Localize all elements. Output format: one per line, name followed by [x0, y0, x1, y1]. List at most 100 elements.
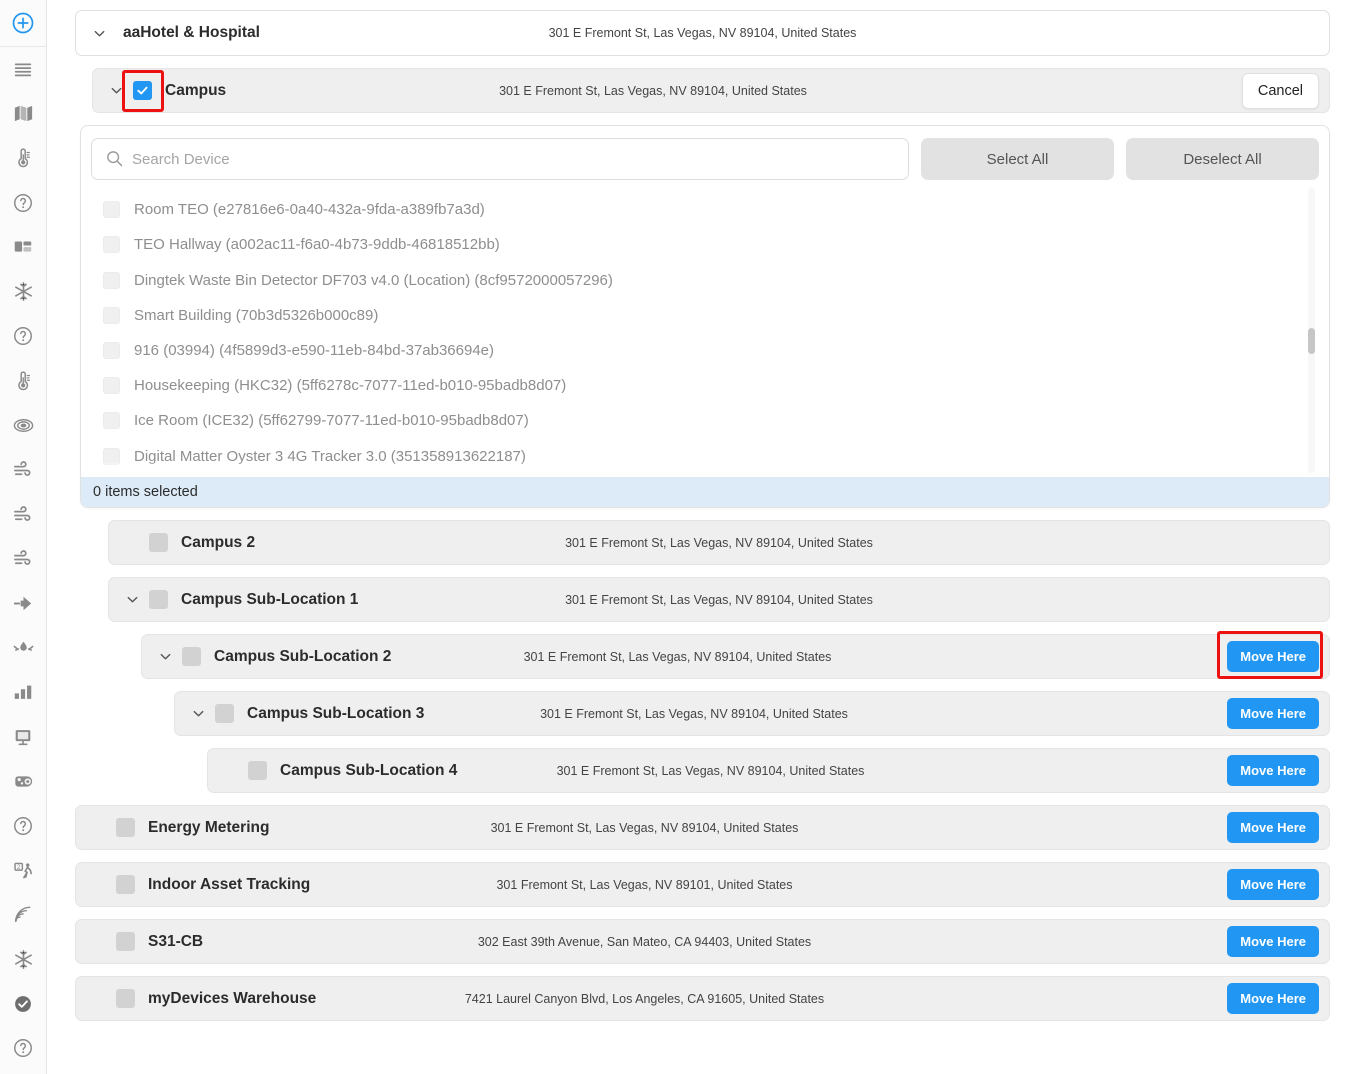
device-checkbox[interactable] [103, 448, 120, 465]
sidebar-item-tracking[interactable] [0, 403, 47, 448]
location-row[interactable]: Indoor Asset Tracking301 Fremont St, Las… [75, 862, 1330, 907]
location-row[interactable]: myDevices Warehouse7421 Laurel Canyon Bl… [75, 976, 1330, 1021]
device-list-item[interactable]: Room TEO (e27816e6-0a40-432a-9fda-a389fb… [91, 192, 1319, 227]
sub-locations-list: Campus 2301 E Fremont St, Las Vegas, NV … [75, 520, 1330, 793]
device-checkbox[interactable] [103, 236, 120, 253]
sidebar-item-temperature[interactable] [0, 136, 47, 181]
location-checkbox[interactable] [116, 818, 135, 837]
move-here-button[interactable]: Move Here [1227, 926, 1319, 957]
sidebar-item-ventilation[interactable] [0, 537, 47, 582]
add-button[interactable] [0, 0, 46, 47]
chevron-placeholder [220, 760, 242, 782]
device-checkbox[interactable] [103, 412, 120, 429]
sidebar-item-display[interactable] [0, 715, 47, 760]
cancel-button[interactable]: Cancel [1242, 73, 1319, 109]
device-checkbox[interactable] [103, 272, 120, 289]
device-name-label: Room TEO (e27816e6-0a40-432a-9fda-a389fb… [134, 201, 485, 218]
move-here-button[interactable]: Move Here [1227, 641, 1319, 672]
snowflake-icon [12, 280, 35, 303]
app-root: 2 aaHotel & Hospital 301 E Fremont St, L… [0, 0, 1362, 1074]
sub-location-checkbox[interactable] [182, 647, 201, 666]
chevron-down-icon[interactable] [121, 589, 143, 611]
sidebar-item-signal[interactable] [0, 893, 47, 938]
sidebar-item-help[interactable] [0, 181, 47, 226]
device-list-item[interactable]: Ice Room (ICE32) (5ff62799-7077-11ed-b01… [91, 403, 1319, 438]
select-all-button[interactable]: Select All [921, 138, 1114, 180]
device-checkbox[interactable] [103, 201, 120, 218]
root-location-row[interactable]: aaHotel & Hospital 301 E Fremont St, Las… [75, 10, 1330, 56]
sub-location-row[interactable]: Campus Sub-Location 1301 E Fremont St, L… [108, 577, 1330, 622]
device-list-item[interactable]: Ice Sensor (0e1d-2030-0200-0003) [91, 184, 1319, 192]
device-list-item[interactable]: TEO Hallway (a002ac11-f6a0-4b73-9ddb-468… [91, 227, 1319, 262]
sidebar-item-cold-chain[interactable] [0, 270, 47, 315]
sidebar-item-occupancy[interactable]: 2 [0, 848, 47, 893]
sidebar-item-help[interactable] [0, 804, 47, 849]
location-row[interactable]: S31-CB302 East 39th Avenue, San Mateo, C… [75, 919, 1330, 964]
sidebar-item-menu[interactable] [0, 47, 47, 92]
device-list-item[interactable]: Dingtek Waste Bin Detector DF703 v4.0 (L… [91, 263, 1319, 298]
device-checkbox[interactable] [103, 342, 120, 359]
device-list-item[interactable]: Digital Matter Oyster 3 4G Tracker 3.0 (… [91, 439, 1319, 474]
move-here-button[interactable]: Move Here [1227, 698, 1319, 729]
sidebar-item-help[interactable] [0, 314, 47, 359]
root-location-label: aaHotel & Hospital [123, 24, 260, 42]
sidebar-item-help[interactable] [0, 1026, 47, 1071]
search-input[interactable] [91, 138, 909, 180]
sub-location-checkbox[interactable] [149, 533, 168, 552]
menu-lines-icon [12, 58, 34, 80]
sidebar-item-dashboard[interactable] [0, 225, 47, 270]
chevron-down-icon[interactable] [105, 80, 127, 102]
sidebar-item-air-quality[interactable] [0, 448, 47, 493]
sidebar-item-machine[interactable] [0, 759, 47, 804]
device-checkbox[interactable] [103, 307, 120, 324]
selection-status-bar: 0 items selected [81, 477, 1329, 507]
water-leak-icon [12, 636, 35, 659]
move-here-button[interactable]: Move Here [1227, 755, 1319, 786]
sub-location-row[interactable]: Campus Sub-Location 4301 E Fremont St, L… [207, 748, 1330, 793]
device-list-scrollbar[interactable] [1308, 188, 1315, 473]
sidebar-item-temperature[interactable] [0, 359, 47, 404]
sub-location-label: Campus Sub-Location 2 [214, 648, 391, 666]
move-here-button[interactable]: Move Here [1227, 869, 1319, 900]
snowflake-icon [12, 948, 35, 971]
move-here-button[interactable]: Move Here [1227, 812, 1319, 843]
device-list[interactable]: Ice Sensor (0e1d-2030-0200-0003) Room TEO… [91, 184, 1319, 477]
sidebar-item-analytics[interactable] [0, 670, 47, 715]
sub-location-label: Campus Sub-Location 4 [280, 762, 457, 780]
location-checkbox[interactable] [116, 989, 135, 1008]
sub-location-address: 301 E Fremont St, Las Vegas, NV 89104, U… [109, 536, 1329, 550]
sidebar-item-status[interactable] [0, 982, 47, 1027]
chevron-placeholder [88, 988, 110, 1010]
device-checkbox[interactable] [103, 377, 120, 394]
sidebar-item-map[interactable] [0, 92, 47, 137]
location-checkbox[interactable] [116, 932, 135, 951]
device-list-item[interactable]: 916 (03994) (4f5899d3-e590-11eb-84bd-37a… [91, 333, 1319, 368]
move-here-button[interactable]: Move Here [1227, 983, 1319, 1014]
question-circle-icon [12, 815, 34, 837]
sidebar-item-freezer[interactable] [0, 937, 47, 982]
chevron-down-icon[interactable] [88, 22, 110, 44]
deselect-all-button[interactable]: Deselect All [1126, 138, 1319, 180]
chevron-down-icon[interactable] [187, 703, 209, 725]
question-circle-icon [12, 192, 34, 214]
sub-location-checkbox[interactable] [215, 704, 234, 723]
campus-checkbox[interactable] [133, 81, 152, 100]
sub-location-row[interactable]: Campus 2301 E Fremont St, Las Vegas, NV … [108, 520, 1330, 565]
device-list-scroll-thumb[interactable] [1308, 328, 1315, 354]
campus-location-address: 301 E Fremont St, Las Vegas, NV 89104, U… [93, 84, 1213, 98]
campus-location-row[interactable]: Campus 301 E Fremont St, Las Vegas, NV 8… [92, 68, 1330, 113]
sidebar-item-flow[interactable] [0, 581, 47, 626]
device-list-item[interactable]: Housekeeping (HKC32) (5ff6278c-7077-11ed… [91, 368, 1319, 403]
chevron-down-icon[interactable] [154, 646, 176, 668]
sidebar-item-air-flow[interactable] [0, 492, 47, 537]
sub-location-checkbox[interactable] [149, 590, 168, 609]
location-checkbox[interactable] [116, 875, 135, 894]
sub-location-row[interactable]: Campus Sub-Location 3301 E Fremont St, L… [174, 691, 1330, 736]
device-picker-panel: Select All Deselect All Ice Sensor (0e1d… [80, 125, 1330, 508]
device-list-item[interactable]: Smart Building (70b3d5326b000c89) [91, 298, 1319, 333]
sub-location-row[interactable]: Campus Sub-Location 2301 E Fremont St, L… [141, 634, 1330, 679]
sub-location-checkbox[interactable] [248, 761, 267, 780]
location-row[interactable]: Energy Metering301 E Fremont St, Las Veg… [75, 805, 1330, 850]
sidebar-item-leak-detection[interactable] [0, 626, 47, 671]
device-picker-toolbar: Select All Deselect All [91, 138, 1319, 180]
